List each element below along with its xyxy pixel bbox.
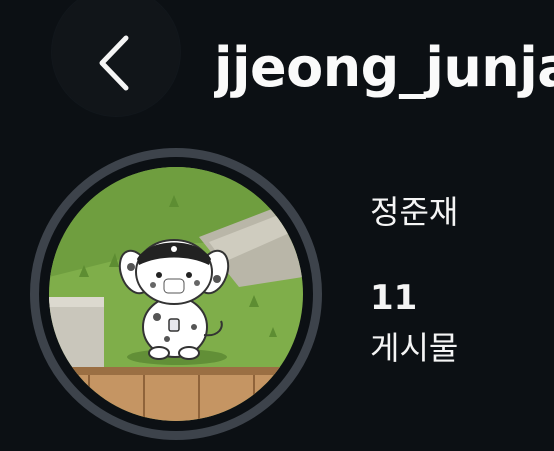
profile-display-name: 정준재 [370, 193, 459, 231]
chevron-left-icon [99, 35, 129, 91]
posts-count: 11 [370, 278, 418, 318]
avatar[interactable] [49, 167, 303, 421]
dog-avatar-image [49, 167, 303, 421]
profile-username: jjeong_junjae [214, 36, 554, 99]
profile-header: jjeong_junjae [0, 0, 554, 130]
back-button[interactable] [52, 0, 180, 116]
avatar-container[interactable] [30, 148, 322, 440]
posts-label: 게시물 [370, 329, 459, 367]
